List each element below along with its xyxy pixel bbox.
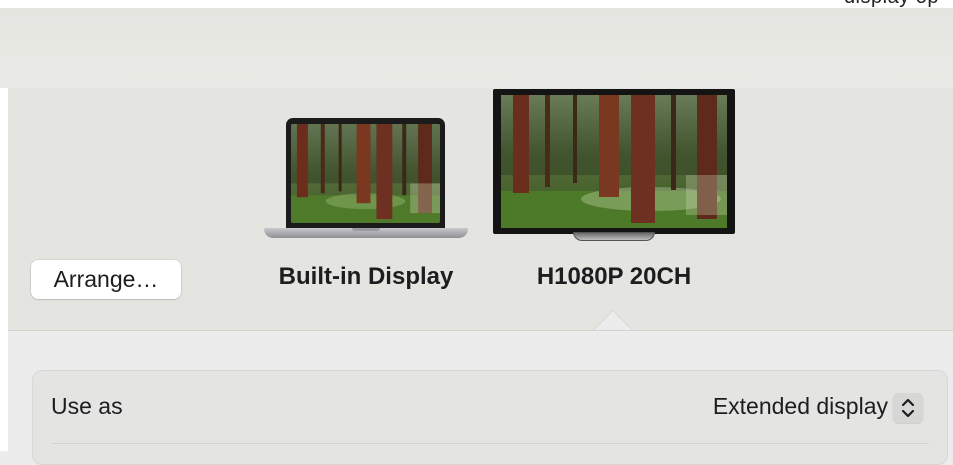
built-in-display-wallpaper — [291, 124, 440, 223]
external-display-label[interactable]: H1080P 20CH — [504, 263, 724, 291]
built-in-display-thumbnail[interactable] — [264, 118, 468, 242]
row-divider — [52, 443, 929, 444]
header-band — [0, 8, 953, 88]
use-as-label: Use as — [51, 393, 123, 419]
external-display-thumbnail[interactable] — [493, 89, 735, 241]
use-as-value[interactable]: Extended display — [640, 393, 888, 420]
laptop-notch — [352, 228, 380, 231]
up-down-chevron-icon[interactable] — [893, 393, 923, 423]
window-top-strip: display op — [0, 0, 953, 8]
monitor-stand — [573, 232, 655, 241]
external-display-wallpaper — [501, 95, 727, 228]
window-left-edge — [0, 88, 8, 451]
built-in-display-label[interactable]: Built-in Display — [256, 263, 476, 291]
selection-caret — [594, 311, 632, 330]
arrange-button[interactable]: Arrange… — [31, 260, 181, 299]
